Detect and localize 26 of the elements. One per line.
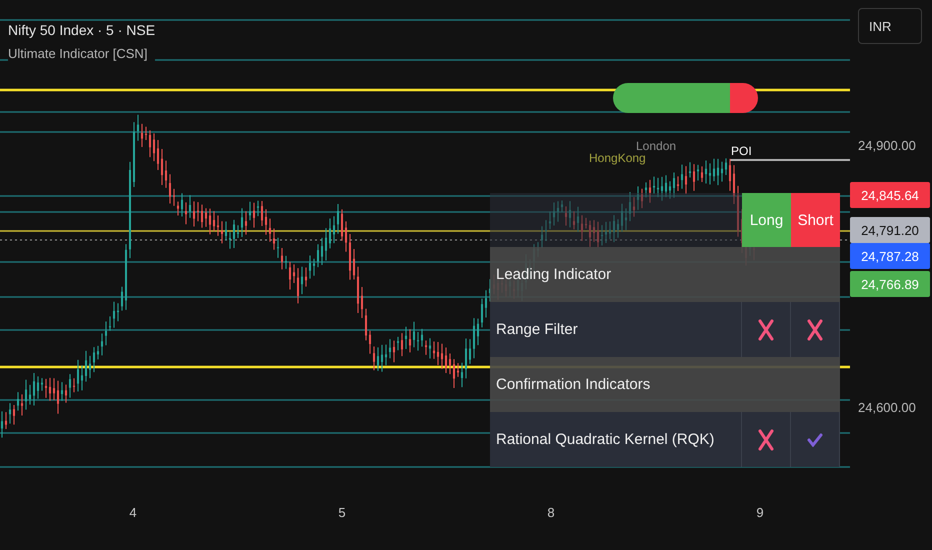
date-label: 9 xyxy=(756,505,764,520)
price-badge: 24,845.64 xyxy=(850,182,930,208)
column-header: Long xyxy=(742,193,791,247)
cross-icon xyxy=(807,318,823,340)
price-badge: 24,787.28 xyxy=(850,243,930,269)
indicator-label: Range Filter xyxy=(496,321,578,338)
date-label: 8 xyxy=(547,505,555,520)
date-label: 4 xyxy=(129,505,137,520)
cross-icon xyxy=(758,318,774,340)
session-label: London xyxy=(636,139,676,153)
indicator-name: Ultimate Indicator [CSN] xyxy=(8,46,156,61)
section-label: Confirmation Indicators xyxy=(496,376,650,393)
indicator-label: Rational Quadratic Kernel (RQK) xyxy=(496,431,714,448)
session-label: HongKong xyxy=(589,151,646,165)
section-label: Leading Indicator xyxy=(496,266,612,283)
date-label: 5 xyxy=(338,505,346,520)
poi-label: POI xyxy=(731,145,752,158)
check-icon xyxy=(807,432,823,446)
symbol-title: Nifty 50 Index · 5 · NSE xyxy=(8,22,156,38)
cross-icon xyxy=(758,428,774,450)
price-badge: 24,791.20 xyxy=(850,217,930,243)
price-label: 24,900.00 xyxy=(858,138,916,153)
currency-button[interactable]: INR xyxy=(858,8,922,44)
column-header: Short xyxy=(791,193,840,247)
price-badge: 24,766.89 xyxy=(850,271,930,297)
price-label: 24,600.00 xyxy=(858,400,916,415)
